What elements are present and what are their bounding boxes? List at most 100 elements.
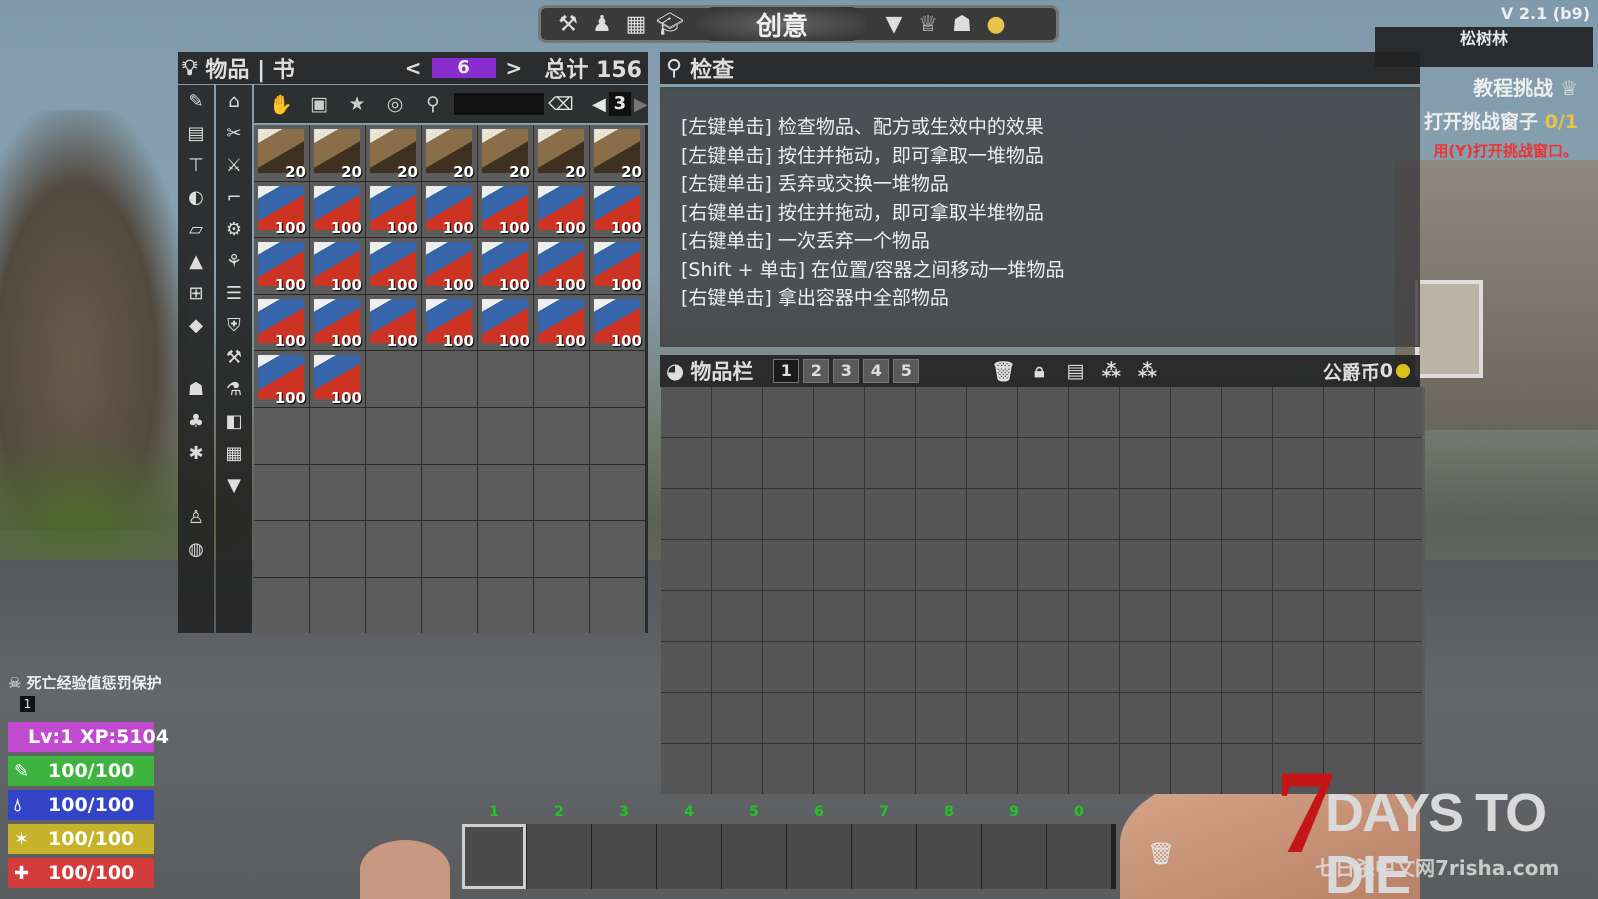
item-slot[interactable] bbox=[366, 351, 421, 407]
backpack-slot[interactable] bbox=[865, 744, 915, 794]
toolbelt-slot[interactable] bbox=[462, 824, 526, 889]
backpack-slot[interactable] bbox=[916, 693, 966, 743]
backpack-slot[interactable] bbox=[661, 489, 711, 539]
player-category-icon[interactable]: ♙ bbox=[178, 501, 214, 533]
drink-category-icon[interactable]: ▼ bbox=[216, 469, 252, 501]
backpack-slot[interactable] bbox=[967, 387, 1017, 437]
backpack-slot[interactable] bbox=[1375, 438, 1425, 488]
dev-filter-icon[interactable]: ▣ bbox=[300, 93, 338, 115]
backpack-tab-1[interactable]: 1 bbox=[773, 359, 800, 383]
bag-category-icon[interactable]: ◍ bbox=[178, 533, 214, 565]
item-slot[interactable]: 20 bbox=[366, 125, 421, 181]
crafting-hammer-icon[interactable]: ⚒ bbox=[551, 8, 585, 40]
item-slot[interactable] bbox=[590, 577, 645, 634]
backpack-slot[interactable] bbox=[814, 387, 864, 437]
toolbelt-slot[interactable] bbox=[722, 824, 786, 889]
backpack-slot[interactable] bbox=[967, 693, 1017, 743]
backpack-slot[interactable] bbox=[1273, 693, 1323, 743]
item-slot[interactable] bbox=[478, 577, 533, 634]
backpack-slot[interactable] bbox=[1018, 591, 1068, 641]
item-slot[interactable] bbox=[590, 464, 645, 521]
prev-page-button[interactable]: < bbox=[405, 56, 422, 80]
backpack-slot[interactable] bbox=[814, 489, 864, 539]
backpack-slot[interactable] bbox=[1069, 591, 1119, 641]
backpack-slot[interactable] bbox=[1171, 489, 1221, 539]
backpack-slot[interactable] bbox=[661, 744, 711, 794]
item-slot[interactable]: 100 bbox=[478, 181, 533, 238]
backpack-slot[interactable] bbox=[1324, 591, 1374, 641]
skills-icon[interactable]: 🎓︎ bbox=[653, 8, 687, 40]
item-slot[interactable] bbox=[254, 577, 309, 634]
item-slot[interactable]: 100 bbox=[590, 294, 645, 351]
backpack-slot[interactable] bbox=[814, 540, 864, 590]
backpack-slot[interactable] bbox=[661, 438, 711, 488]
backpack-slot[interactable] bbox=[712, 591, 762, 641]
move-all-icon[interactable]: ⁂ bbox=[1093, 360, 1129, 383]
backpack-slot[interactable] bbox=[1018, 642, 1068, 692]
backpack-slot[interactable] bbox=[1222, 438, 1272, 488]
backpack-slot[interactable] bbox=[1222, 489, 1272, 539]
item-slot[interactable]: 100 bbox=[254, 238, 309, 294]
clear-search-icon[interactable]: ⌫ bbox=[544, 94, 578, 115]
creature-category-icon[interactable]: ✱ bbox=[178, 437, 214, 469]
backpack-slot[interactable] bbox=[967, 642, 1017, 692]
item-slot[interactable] bbox=[366, 407, 421, 464]
subpage-next-button[interactable]: ▶ bbox=[634, 94, 648, 115]
backpack-slot[interactable] bbox=[916, 438, 966, 488]
backpack-slot[interactable] bbox=[814, 642, 864, 692]
item-slot[interactable]: 100 bbox=[534, 238, 589, 294]
backpack-slot[interactable] bbox=[1375, 540, 1425, 590]
building-category-icon[interactable]: ⌂ bbox=[216, 85, 252, 117]
tools-category-icon[interactable]: ✎ bbox=[178, 85, 214, 117]
grid-category-icon[interactable]: ⊞ bbox=[178, 277, 214, 309]
backpack-tab-2[interactable]: 2 bbox=[803, 359, 830, 383]
backpack-slot[interactable] bbox=[1375, 591, 1425, 641]
toolbelt-slot[interactable] bbox=[787, 824, 851, 889]
backpack-slot[interactable] bbox=[661, 387, 711, 437]
backpack-slot[interactable] bbox=[1171, 387, 1221, 437]
plant-category-icon[interactable]: ♣ bbox=[178, 405, 214, 437]
players-icon[interactable]: ☗ bbox=[945, 8, 979, 40]
backpack-slot[interactable] bbox=[1120, 591, 1170, 641]
backpack-slot[interactable] bbox=[1120, 489, 1170, 539]
backpack-slot[interactable] bbox=[763, 744, 813, 794]
item-slot[interactable]: 100 bbox=[254, 351, 309, 407]
backpack-slot[interactable] bbox=[1273, 438, 1323, 488]
backpack-slot[interactable] bbox=[865, 387, 915, 437]
item-slot[interactable] bbox=[534, 407, 589, 464]
backpack-slot[interactable] bbox=[1375, 387, 1425, 437]
item-slot[interactable]: 20 bbox=[422, 125, 477, 181]
backpack-slot[interactable] bbox=[1069, 438, 1119, 488]
backpack-slot[interactable] bbox=[916, 744, 966, 794]
item-slot[interactable] bbox=[254, 521, 309, 577]
backpack-slot[interactable] bbox=[1120, 744, 1170, 794]
backpack-slot[interactable] bbox=[661, 591, 711, 641]
blocks-category-icon[interactable]: ▤ bbox=[178, 117, 214, 149]
favorite-star-icon[interactable]: ★ bbox=[338, 93, 376, 115]
next-page-button[interactable]: > bbox=[506, 56, 523, 80]
item-slot[interactable]: 20 bbox=[534, 125, 589, 181]
search-input[interactable] bbox=[454, 93, 544, 115]
item-slot[interactable]: 20 bbox=[478, 125, 533, 181]
backpack-slot[interactable] bbox=[1069, 693, 1119, 743]
move-smart-icon[interactable]: ⁂ bbox=[1129, 360, 1165, 383]
backpack-slot[interactable] bbox=[763, 693, 813, 743]
mods-category-icon[interactable]: ⚒ bbox=[216, 341, 252, 373]
ranged-category-icon[interactable]: ⌐ bbox=[216, 181, 252, 213]
item-slot[interactable]: 100 bbox=[534, 181, 589, 238]
workstation-category-icon[interactable]: ⊤ bbox=[178, 149, 214, 181]
backpack-slot[interactable] bbox=[814, 693, 864, 743]
toolbelt-slot[interactable] bbox=[527, 824, 591, 889]
backpack-slot[interactable] bbox=[1120, 438, 1170, 488]
item-slot[interactable]: 100 bbox=[310, 238, 365, 294]
item-slot[interactable]: 100 bbox=[534, 294, 589, 351]
item-slot[interactable] bbox=[310, 521, 365, 577]
creative-mode-tab[interactable]: 创意 bbox=[697, 7, 867, 42]
item-slot[interactable]: 100 bbox=[590, 238, 645, 294]
map-icon[interactable]: ▦ bbox=[619, 8, 653, 40]
backpack-slot[interactable] bbox=[1375, 693, 1425, 743]
item-slot[interactable]: 100 bbox=[590, 181, 645, 238]
item-slot[interactable]: 100 bbox=[310, 181, 365, 238]
backpack-slot[interactable] bbox=[763, 489, 813, 539]
backpack-slot[interactable] bbox=[1222, 642, 1272, 692]
